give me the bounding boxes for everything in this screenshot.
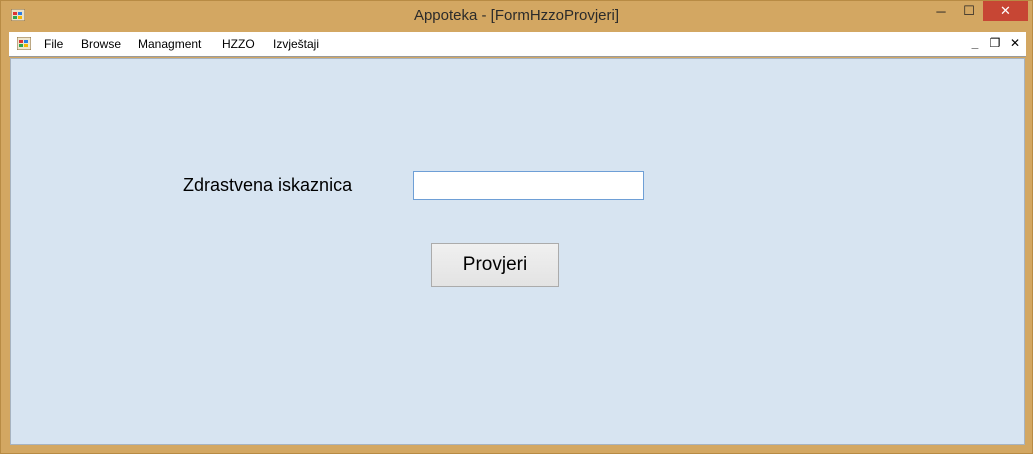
menu-managment[interactable]: Managment — [138, 37, 201, 51]
mdi-close-icon[interactable]: ✕ — [1007, 36, 1023, 50]
check-button[interactable]: Provjeri — [431, 243, 559, 287]
health-card-input[interactable] — [413, 171, 644, 200]
mdi-minimize-icon[interactable]: _ — [967, 36, 983, 50]
close-icon: ✕ — [1000, 3, 1011, 18]
menu-bar: File Browse Managment HZZO Izvještaji _ … — [9, 32, 1026, 57]
maximize-button[interactable]: ☐ — [955, 1, 983, 21]
title-bar[interactable]: Appoteka - [FormHzzoProvjeri] ─ ☐ ✕ — [1, 1, 1032, 31]
app-window: Appoteka - [FormHzzoProvjeri] ─ ☐ ✕ File… — [0, 0, 1033, 454]
form-client-area: Zdrastvena iskaznica Provjeri — [10, 58, 1025, 445]
menu-file[interactable]: File — [44, 37, 63, 51]
mdi-child-icon[interactable] — [17, 37, 31, 50]
window-title: Appoteka - [FormHzzoProvjeri] — [413, 7, 620, 24]
menu-hzzo[interactable]: HZZO — [222, 37, 255, 51]
close-button[interactable]: ✕ — [983, 1, 1028, 21]
health-card-label: Zdrastvena iskaznica — [183, 175, 353, 195]
menu-browse[interactable]: Browse — [81, 37, 121, 51]
minimize-button[interactable]: ─ — [927, 1, 955, 21]
mdi-restore-icon[interactable]: ❐ — [987, 36, 1003, 50]
maximize-icon: ☐ — [963, 3, 975, 18]
menu-izvjestaji[interactable]: Izvještaji — [273, 37, 319, 51]
minimize-icon: ─ — [936, 3, 946, 19]
